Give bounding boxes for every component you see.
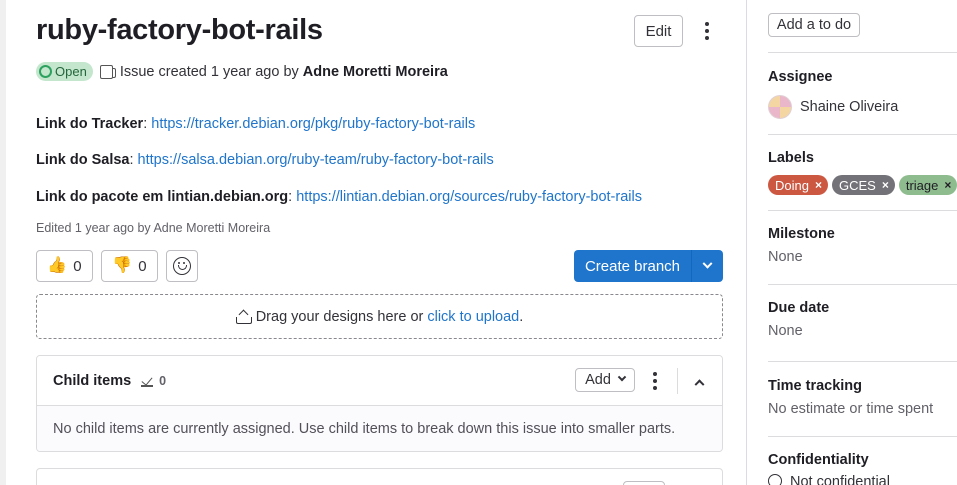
time-tracking-heading: Time tracking — [768, 378, 863, 394]
description-line-tracker: Link do Tracker: https://tracker.debian.… — [36, 116, 475, 132]
child-items-kebab-icon[interactable] — [648, 372, 662, 390]
sidebar-divider — [768, 436, 957, 437]
sidebar-divider — [768, 52, 957, 53]
avatar — [768, 95, 792, 119]
thumbs-up-button[interactable]: 👍 0 — [36, 250, 93, 282]
child-items-empty-text: No child items are currently assigned. U… — [37, 406, 722, 451]
created-text: Issue created 1 year ago by — [119, 63, 299, 80]
description-label: Link do pacote em lintian.debian.org — [36, 189, 289, 205]
label-gces[interactable]: GCES × — [831, 175, 895, 195]
label-triage[interactable]: triage × — [898, 175, 957, 195]
label-text: triage — [905, 177, 939, 193]
status-badge: Open — [36, 62, 93, 81]
sidebar-divider — [768, 284, 957, 285]
smiley-icon — [173, 257, 191, 275]
labels-heading: Labels — [768, 150, 814, 166]
header-divider — [677, 368, 678, 394]
label-doing[interactable]: Doing × — [768, 175, 828, 195]
dropzone-suffix: . — [519, 308, 524, 325]
chevron-down-icon — [702, 258, 713, 269]
next-card-button[interactable] — [623, 481, 665, 485]
child-items-add-button[interactable]: Add — [575, 368, 635, 392]
sidebar-divider — [768, 134, 957, 135]
thumbs-down-button[interactable]: 👎 0 — [101, 250, 158, 282]
description-label: Link do Salsa — [36, 152, 130, 168]
issue-title: ruby-factory-bot-rails — [36, 14, 323, 46]
thumbs-down-icon: 👎 — [112, 257, 133, 274]
add-todo-button[interactable]: Add a to do — [768, 13, 860, 37]
author-link[interactable]: Adne Moretti Moreira — [303, 64, 448, 80]
edited-note: Edited 1 year ago by Adne Moretti Moreir… — [36, 221, 271, 235]
description-line-lintian: Link do pacote em lintian.debian.org: ht… — [36, 189, 642, 205]
create-branch-dropdown[interactable] — [692, 250, 723, 282]
assignee-heading: Assignee — [768, 69, 833, 85]
collapse-toggle[interactable] — [691, 372, 707, 390]
next-card — [36, 468, 723, 485]
status-open-icon — [39, 65, 52, 78]
confidentiality-value: Not confidential — [790, 474, 890, 485]
description-label: Link do Tracker — [36, 116, 144, 132]
tracker-link[interactable]: https://tracker.debian.org/pkg/ruby-fact… — [151, 116, 475, 132]
child-items-card: Child items 0 Add No child items are cur… — [36, 355, 723, 452]
thumbs-down-count: 0 — [138, 257, 147, 275]
remove-label-icon[interactable]: × — [944, 178, 951, 192]
child-items-count: 0 — [159, 373, 167, 388]
add-label: Add — [585, 372, 611, 388]
remove-label-icon[interactable]: × — [882, 178, 889, 192]
task-done-icon — [141, 375, 155, 387]
chevron-up-icon — [694, 378, 704, 389]
edit-button[interactable]: Edit — [634, 15, 683, 47]
due-date-value: None — [768, 323, 803, 339]
create-branch-split-button: Create branch — [574, 250, 723, 282]
design-dropzone[interactable]: Drag your designs here or click to uploa… — [36, 294, 723, 339]
issue-meta: Open Issue created 1 year ago by Adne Mo… — [36, 62, 448, 81]
add-reaction-button[interactable] — [166, 250, 198, 282]
milestone-heading: Milestone — [768, 226, 835, 242]
upload-icon — [235, 310, 252, 324]
confidentiality-heading: Confidentiality — [768, 452, 869, 468]
labels-list: Doing × GCES × triage × — [768, 175, 957, 195]
lintian-link[interactable]: https://lintian.debian.org/sources/ruby-… — [296, 189, 642, 205]
thumbs-up-icon: 👍 — [47, 257, 68, 274]
sidebar-divider — [768, 361, 957, 362]
time-tracking-value: No estimate or time spent — [768, 401, 934, 417]
chevron-down-icon — [617, 372, 627, 382]
issue-main: ruby-factory-bot-rails Edit Open Issue c… — [0, 0, 746, 485]
thumbs-up-count: 0 — [73, 257, 82, 275]
confidentiality-status: Not confidential — [768, 474, 890, 485]
child-items-title: Child items — [53, 372, 132, 389]
eye-icon — [768, 474, 782, 485]
issue-type-icon — [99, 64, 116, 79]
due-date-heading: Due date — [768, 300, 830, 316]
dropzone-text: Drag your designs here or — [255, 308, 424, 325]
milestone-value: None — [768, 249, 803, 265]
description-separator: : — [129, 152, 138, 168]
label-text: Doing — [775, 177, 809, 193]
child-items-header: Child items 0 Add — [37, 356, 722, 406]
remove-label-icon[interactable]: × — [815, 178, 822, 192]
status-label: Open — [55, 64, 87, 79]
label-text: GCES — [838, 177, 876, 193]
create-branch-button[interactable]: Create branch — [574, 250, 692, 282]
assignee-name: Shaine Oliveira — [800, 99, 899, 115]
upload-link[interactable]: click to upload — [427, 309, 519, 325]
issue-actions-kebab-icon[interactable] — [700, 20, 714, 42]
salsa-link[interactable]: https://salsa.debian.org/ruby-team/ruby-… — [138, 152, 494, 168]
sidebar-divider — [768, 210, 957, 211]
assignee[interactable]: Shaine Oliveira — [768, 95, 898, 119]
description-line-salsa: Link do Salsa: https://salsa.debian.org/… — [36, 152, 494, 168]
